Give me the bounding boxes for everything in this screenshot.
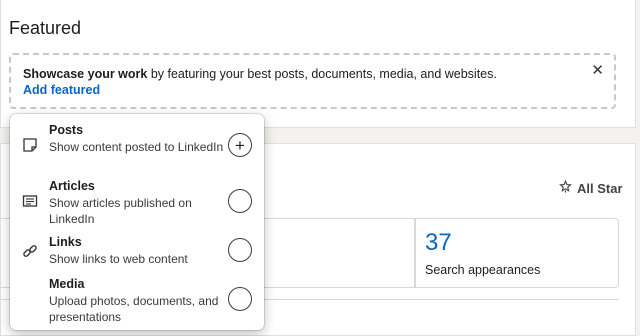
showcase-rest: by featuring your best posts, documents,… <box>147 67 497 81</box>
plus-icon: + <box>235 135 245 155</box>
dropdown-item-posts[interactable]: Posts Show content posted to LinkedIn + <box>10 123 264 179</box>
add-post-button[interactable]: + <box>228 133 252 157</box>
showcase-text: Showcase your work by featuring your bes… <box>23 67 497 81</box>
dropdown-item-description: Show links to web content <box>49 252 188 266</box>
dropdown-item-description: Upload photos, documents, and presentati… <box>49 294 219 324</box>
star-icon <box>559 179 573 196</box>
dropdown-item-title: Media <box>49 277 85 291</box>
add-featured-dropdown: Posts Show content posted to LinkedIn + … <box>10 114 264 330</box>
dropdown-item-description: Show content posted to LinkedIn <box>49 140 224 154</box>
link-icon <box>22 243 38 259</box>
article-icon <box>22 193 38 209</box>
stat-search-appearances[interactable]: 37 Search appearances <box>415 218 619 288</box>
close-icon[interactable]: ✕ <box>591 63 604 78</box>
dropdown-item-media[interactable]: Media Upload photos, documents, and pres… <box>10 277 264 333</box>
showcase-bold: Showcase your work <box>23 67 148 81</box>
showcase-box: Showcase your work by featuring your bes… <box>9 53 616 109</box>
dropdown-item-description: Show articles published on LinkedIn <box>49 196 192 226</box>
dropdown-item-title: Posts <box>49 123 84 137</box>
add-featured-link[interactable]: Add featured <box>23 83 100 97</box>
select-links-radio[interactable] <box>228 238 252 262</box>
featured-title: Featured <box>9 18 82 38</box>
dropdown-item-title: Links <box>49 235 82 249</box>
dropdown-item-title: Articles <box>49 179 95 193</box>
all-star-label: All Star <box>577 181 623 196</box>
stat-label: Search appearances <box>425 263 541 277</box>
featured-card: Featured Showcase your work by featuring… <box>0 0 636 128</box>
dropdown-item-articles[interactable]: Articles Show articles published on Link… <box>10 179 264 235</box>
all-star-status[interactable]: All Star <box>559 179 623 196</box>
select-media-radio[interactable] <box>228 287 252 311</box>
post-icon <box>22 137 38 153</box>
select-articles-radio[interactable] <box>228 189 252 213</box>
stat-number: 37 <box>425 229 452 256</box>
